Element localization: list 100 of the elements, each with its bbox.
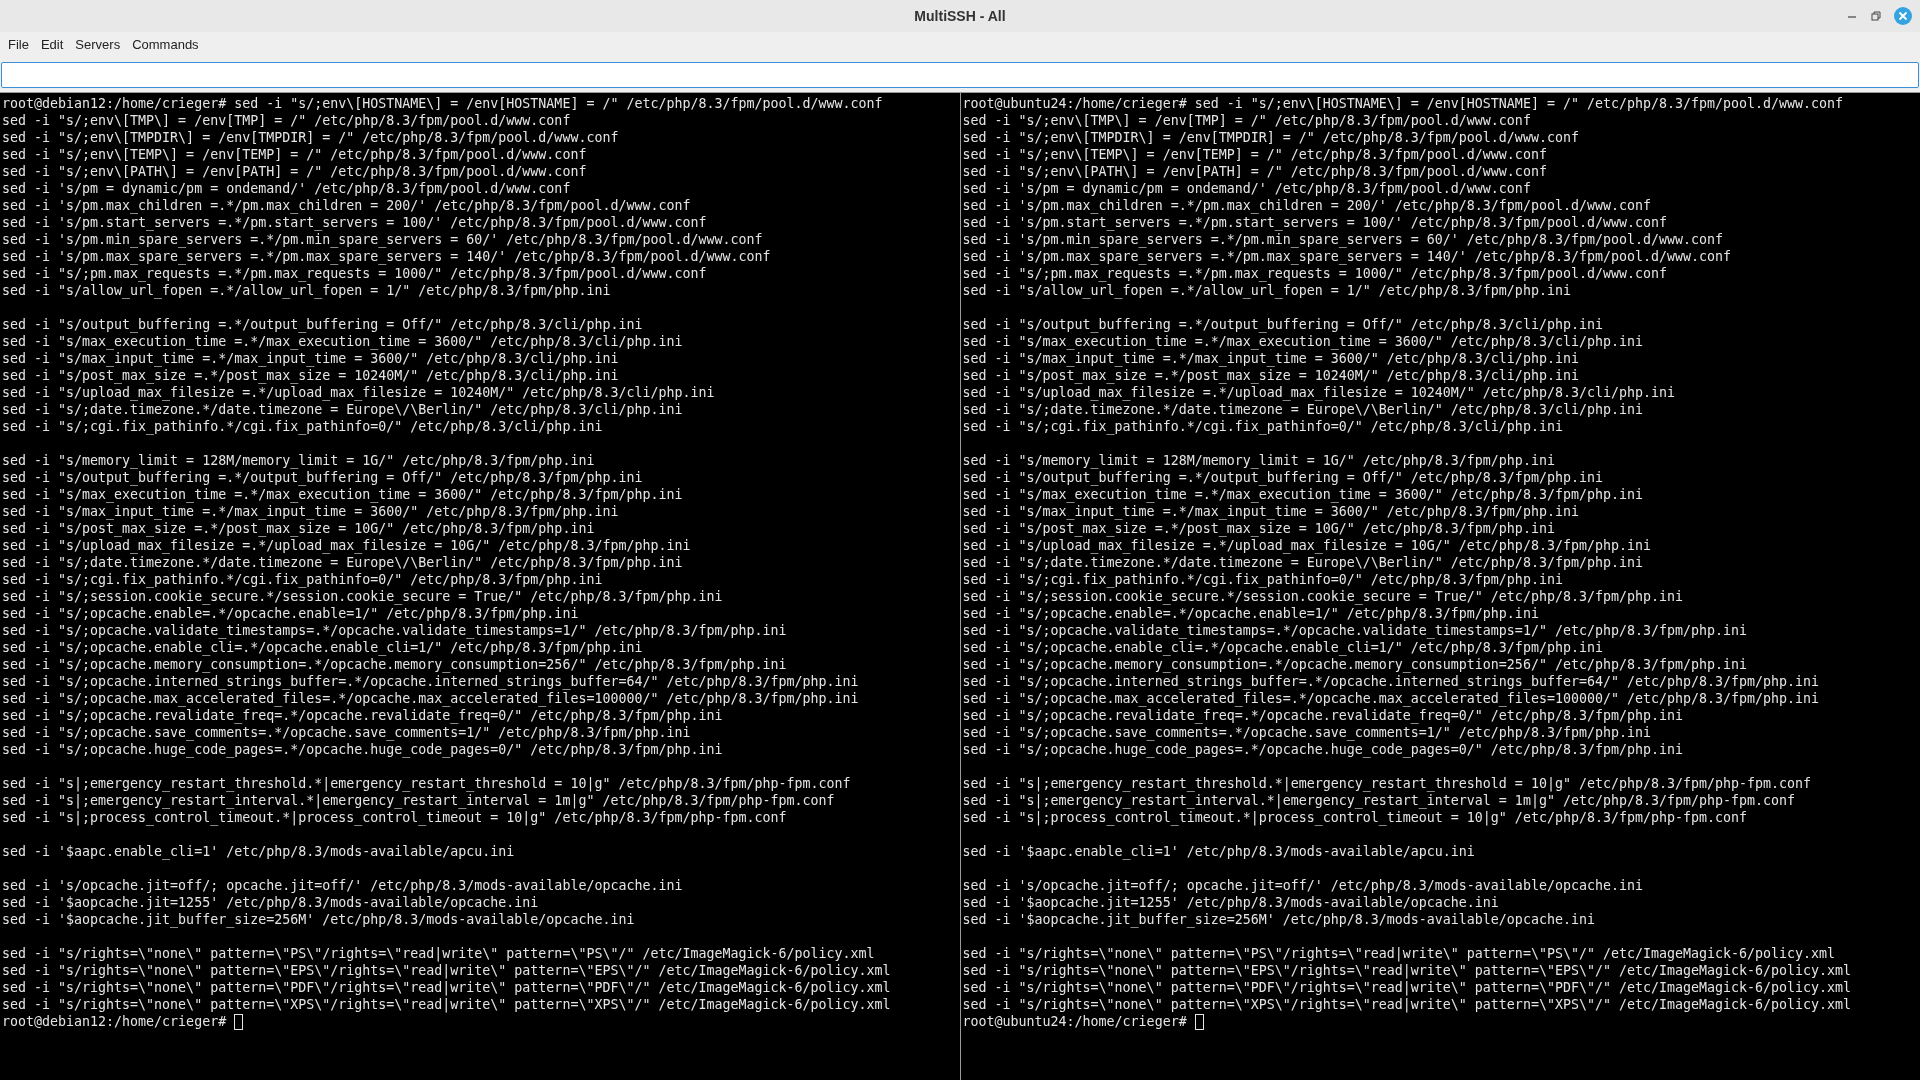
command-input[interactable] xyxy=(1,62,1919,88)
terminal-line: sed -i "s/rights=\"none\" pattern=\"PDF\"/rights=\"read|write\" pattern=\"PDF\"/" /etc/ImageMagick-6/policy.xml xyxy=(962,979,1853,996)
terminal-line: sed -i "s/;env\[TMP\] = /env[TMP] = /" /etc/php/8.3/fpm/pool.d/www.conf xyxy=(962,112,1532,129)
terminal-prompt: root@ubuntu24:/home/crieger# xyxy=(962,1013,1188,1030)
terminal-line: sed -i "s/;opcache.max_accelerated_files=.*/opcache.max_accelerated_files=100000/" /etc/php/8.3/fpm/php.ini xyxy=(962,690,1821,707)
terminal-line: sed -i "s/;env\[TMPDIR\] = /env[TMPDIR] = /" /etc/php/8.3/fpm/pool.d/www.conf xyxy=(962,129,1580,146)
terminal-line: sed -i "s/output_buffering =.*/output_buffering = Off/" /etc/php/8.3/fpm/php.ini xyxy=(962,469,1604,486)
terminal-line: sed -i "s/;opcache.max_accelerated_files=.*/opcache.max_accelerated_files=100000/" /etc/php/8.3/fpm/php.ini xyxy=(2,690,860,707)
terminal-line: sed -i "s/rights=\"none\" pattern=\"PDF\"/rights=\"read|write\" pattern=\"PDF\"/" /etc/ImageMagick-6/policy.xml xyxy=(2,979,892,996)
terminal-line: sed -i "s/;env\[TEMP\] = /env[TEMP] = /" /etc/php/8.3/fpm/pool.d/www.conf xyxy=(962,146,1548,163)
terminal-line: sed -i "s/;opcache.enable=.*/opcache.enable=1/" /etc/php/8.3/fpm/php.ini xyxy=(2,605,580,622)
terminal-line: sed -i "s/max_input_time =.*/max_input_time = 3600/" /etc/php/8.3/fpm/php.ini xyxy=(962,503,1580,520)
terminal-line: sed -i "s/max_input_time =.*/max_input_time = 3600/" /etc/php/8.3/cli/php.ini xyxy=(962,350,1580,367)
terminal-line: sed -i "s/;opcache.validate_timestamps=.*/opcache.validate_timestamps=1/" /etc/php/8.3/fpm/php.ini xyxy=(962,622,1749,639)
terminal-line: sed -i "s/;env\[TMPDIR\] = /env[TMPDIR] = /" /etc/php/8.3/fpm/pool.d/www.conf xyxy=(2,129,620,146)
terminal-line: sed -i "s/;opcache.save_comments=.*/opcache.save_comments=1/" /etc/php/8.3/fpm/php.ini xyxy=(962,724,1652,741)
terminal-line: sed -i "s/;opcache.save_comments=.*/opcache.save_comments=1/" /etc/php/8.3/fpm/php.ini xyxy=(2,724,692,741)
terminal-line: sed -i "s/rights=\"none\" pattern=\"PS\"/rights=\"read|write\" pattern=\"PS\"/" /etc/ImageMagick-6/policy.xml xyxy=(2,945,876,962)
terminal-line: sed -i '$aapc.enable_cli=1' /etc/php/8.3/mods-available/apcu.ini xyxy=(2,843,516,860)
terminal-line: sed -i "s|;emergency_restart_interval.*|emergency_restart_interval = 1m|g" /etc/php/8.3/fpm/php-fpm.conf xyxy=(962,792,1797,809)
terminal-line: sed -i "s/output_buffering =.*/output_buffering = Off/" /etc/php/8.3/cli/php.ini xyxy=(962,316,1604,333)
terminal-line: sed -i "s/rights=\"none\" pattern=\"PS\"/rights=\"read|write\" pattern=\"PS\"/" /etc/ImageMagick-6/policy.xml xyxy=(962,945,1837,962)
terminal-line: sed -i "s/;env\[TEMP\] = /env[TEMP] = /" /etc/php/8.3/fpm/pool.d/www.conf xyxy=(2,146,588,163)
terminal-line: sed -i "s/max_input_time =.*/max_input_time = 3600/" /etc/php/8.3/cli/php.ini xyxy=(2,350,620,367)
terminal-line: sed -i "s/post_max_size =.*/post_max_size = 10G/" /etc/php/8.3/fpm/php.ini xyxy=(962,520,1556,537)
menu-item[interactable]: Commands xyxy=(126,35,205,55)
terminal-line: sed -i "s/max_execution_time =.*/max_execution_time = 3600/" /etc/php/8.3/fpm/php.ini xyxy=(962,486,1644,503)
terminal-line: sed -i "s/;session.cookie_secure.*/session.cookie_secure = True/" /etc/php/8.3/fpm/php.ini xyxy=(962,588,1684,605)
terminal-line: sed -i "s/;session.cookie_secure.*/session.cookie_secure = True/" /etc/php/8.3/fpm/php.ini xyxy=(2,588,724,605)
terminal-line: sed -i "s/;cgi.fix_pathinfo.*/cgi.fix_pathinfo=0/" /etc/php/8.3/cli/php.ini xyxy=(2,418,604,435)
terminal-line: sed -i 's/pm.max_spare_servers =.*/pm.max_spare_servers = 140/' /etc/php/8.3/fpm/pool.d/www.conf xyxy=(2,248,772,265)
terminal-line: sed -i "s/;env\[PATH\] = /env[PATH] = /" /etc/php/8.3/fpm/pool.d/www.conf xyxy=(962,163,1548,180)
terminal-line: sed -i 's/pm.min_spare_servers =.*/pm.min_spare_servers = 60/' /etc/php/8.3/fpm/pool.d/www.conf xyxy=(2,231,764,248)
terminal-line: sed -i "s|;emergency_restart_threshold.*|emergency_restart_threshold = 10|g" /etc/php/8.3/fpm/php-fpm.conf xyxy=(2,775,852,792)
terminal-line: sed -i "s/;opcache.revalidate_freq=.*/opcache.revalidate_freq=0/" /etc/php/8.3/fpm/php.ini xyxy=(2,707,724,724)
terminal-line: sed -i "s/;opcache.validate_timestamps=.*/opcache.validate_timestamps=1/" /etc/php/8.3/fpm/php.ini xyxy=(2,622,788,639)
terminal-line: sed -i "s/;cgi.fix_pathinfo.*/cgi.fix_pathinfo=0/" /etc/php/8.3/fpm/php.ini xyxy=(2,571,604,588)
terminal-line: sed -i "s/rights=\"none\" pattern=\"EPS\"/rights=\"read|write\" pattern=\"EPS\"/" /etc/ImageMagick-6/policy.xml xyxy=(2,962,892,979)
menu-item[interactable]: File xyxy=(2,35,35,55)
terminal-cursor xyxy=(234,1013,244,1030)
terminal-line: sed -i "s/;env\[PATH\] = /env[PATH] = /" /etc/php/8.3/fpm/pool.d/www.conf xyxy=(2,163,588,180)
terminal-line: sed -i "s/rights=\"none\" pattern=\"EPS\"/rights=\"read|write\" pattern=\"EPS\"/" /etc/ImageMagick-6/policy.xml xyxy=(962,962,1853,979)
terminal-line: sed -i "s/output_buffering =.*/output_buffering = Off/" /etc/php/8.3/cli/php.ini xyxy=(2,316,644,333)
terminal-line: sed -i "s/;date.timezone.*/date.timezone = Europe\/\Berlin/" /etc/php/8.3/cli/php.ini xyxy=(2,401,684,418)
terminal-line: sed -i "s/;pm.max_requests =.*/pm.max_requests = 1000/" /etc/php/8.3/fpm/pool.d/www.conf xyxy=(962,265,1668,282)
terminal-line: sed -i "s/;opcache.huge_code_pages=.*/opcache.huge_code_pages=0/" /etc/php/8.3/fpm/php.ini xyxy=(2,741,724,758)
terminal-line: sed -i "s/rights=\"none\" pattern=\"XPS\"/rights=\"read|write\" pattern=\"XPS\"/" /etc/ImageMagick-6/policy.xml xyxy=(2,996,892,1013)
terminal-line: sed -i 's/pm.max_spare_servers =.*/pm.max_spare_servers = 140/' /etc/php/8.3/fpm/pool.d/www.conf xyxy=(962,248,1733,265)
terminal-line: sed -i "s/upload_max_filesize =.*/upload_max_filesize = 10G/" /etc/php/8.3/fpm/php.ini xyxy=(2,537,692,554)
terminal-line: sed -i "s/output_buffering =.*/output_buffering = Off/" /etc/php/8.3/fpm/php.ini xyxy=(2,469,644,486)
terminal-line: sed -i 's/pm = dynamic/pm = ondemand/' /etc/php/8.3/fpm/pool.d/www.conf xyxy=(2,180,572,197)
terminal-line: sed -i "s/;cgi.fix_pathinfo.*/cgi.fix_pathinfo=0/" /etc/php/8.3/cli/php.ini xyxy=(962,418,1564,435)
terminal-line: sed -i "s|;process_control_timeout.*|process_control_timeout = 10|g" /etc/php/8.3/fpm/php-fpm.conf xyxy=(2,809,788,826)
terminal-line: sed -i "s/post_max_size =.*/post_max_size = 10G/" /etc/php/8.3/fpm/php.ini xyxy=(2,520,596,537)
terminal-line: sed -i "s/;opcache.memory_consumption=.*/opcache.memory_consumption=256/" /etc/php/8.3/fpm/php.ini xyxy=(962,656,1749,673)
terminal-line: sed -i "s/post_max_size =.*/post_max_size = 10240M/" /etc/php/8.3/cli/php.ini xyxy=(962,367,1580,384)
terminal-line: sed -i 's/pm.min_spare_servers =.*/pm.min_spare_servers = 60/' /etc/php/8.3/fpm/pool.d/www.conf xyxy=(962,231,1724,248)
terminal-line: sed -i "s/post_max_size =.*/post_max_size = 10240M/" /etc/php/8.3/cli/php.ini xyxy=(2,367,620,384)
terminal-line: sed -i 's/opcache.jit=off/; opcache.jit=off/' /etc/php/8.3/mods-available/opcache.ini xyxy=(962,877,1644,894)
terminal-line: sed -i "s/memory_limit = 128M/memory_limit = 1G/" /etc/php/8.3/fpm/php.ini xyxy=(2,452,596,469)
terminal-line: sed -i "s|;emergency_restart_interval.*|emergency_restart_interval = 1m|g" /etc/php/8.3/fpm/php-fpm.conf xyxy=(2,792,836,809)
terminal-line: sed -i "s/allow_url_fopen =.*/allow_url_fopen = 1/" /etc/php/8.3/fpm/php.ini xyxy=(2,282,612,299)
terminal-line: sed -i '$aopcache.jit_buffer_size=256M' /etc/php/8.3/mods-available/opcache.ini xyxy=(962,911,1596,928)
terminal-line: sed -i "s/;opcache.revalidate_freq=.*/opcache.revalidate_freq=0/" /etc/php/8.3/fpm/php.ini xyxy=(962,707,1684,724)
terminal-line: sed -i "s|;emergency_restart_threshold.*|emergency_restart_threshold = 10|g" /etc/php/8.3/fpm/php-fpm.conf xyxy=(962,775,1813,792)
terminal-cursor xyxy=(1194,1013,1204,1030)
terminal-line: sed -i '$aopcache.jit_buffer_size=256M' /etc/php/8.3/mods-available/opcache.ini xyxy=(2,911,636,928)
close-icon[interactable] xyxy=(1894,7,1912,25)
terminal-line: sed -i "s/;opcache.memory_consumption=.*/opcache.memory_consumption=256/" /etc/php/8.3/fpm/php.ini xyxy=(2,656,788,673)
terminal-line: sed -i "s/max_input_time =.*/max_input_time = 3600/" /etc/php/8.3/fpm/php.ini xyxy=(2,503,620,520)
restore-icon[interactable] xyxy=(1870,10,1882,22)
terminal-line: sed -i "s/max_execution_time =.*/max_execution_time = 3600/" /etc/php/8.3/cli/php.ini xyxy=(962,333,1644,350)
menu-item[interactable]: Edit xyxy=(34,35,70,55)
terminal-line: sed -i "s/;pm.max_requests =.*/pm.max_requests = 1000/" /etc/php/8.3/fpm/pool.d/www.conf xyxy=(2,265,708,282)
terminal-line: sed -i "s/;opcache.interned_strings_buffer=.*/opcache.interned_strings_buffer=64/" /etc/php/8.3/fpm/php.ini xyxy=(2,673,860,690)
terminal-line: sed -i 's/pm.max_children =.*/pm.max_children = 200/' /etc/php/8.3/fpm/pool.d/www.conf xyxy=(962,197,1652,214)
terminal-pane[interactable] xyxy=(959,93,1920,1080)
terminal-line: root@debian12:/home/crieger# sed -i "s/;env\[HOSTNAME\] = /env[HOSTNAME] = /" /etc/php/8.3/fpm/pool.d/www.conf xyxy=(2,95,884,112)
terminal-line: sed -i "s/upload_max_filesize =.*/upload_max_filesize = 10240M/" /etc/php/8.3/cli/php.ini xyxy=(962,384,1676,401)
terminal-line: sed -i '$aopcache.jit=1255' /etc/php/8.3/mods-available/opcache.ini xyxy=(2,894,540,911)
menu-item[interactable]: Servers xyxy=(69,35,127,55)
terminal-line: sed -i "s/allow_url_fopen =.*/allow_url_fopen = 1/" /etc/php/8.3/fpm/php.ini xyxy=(962,282,1572,299)
terminal-line: sed -i "s/;opcache.enable=.*/opcache.enable=1/" /etc/php/8.3/fpm/php.ini xyxy=(962,605,1540,622)
terminal-line: sed -i "s/;cgi.fix_pathinfo.*/cgi.fix_pathinfo=0/" /etc/php/8.3/fpm/php.ini xyxy=(962,571,1564,588)
terminal-line: root@ubuntu24:/home/crieger# sed -i "s/;env\[HOSTNAME\] = /env[HOSTNAME] = /" /etc/php/8.3/fpm/pool.d/www.conf xyxy=(962,95,1845,112)
terminal-line: sed -i 's/pm.start_servers =.*/pm.start_servers = 100/' /etc/php/8.3/fpm/pool.d/www.conf xyxy=(962,214,1668,231)
terminal-line: sed -i "s/;opcache.enable_cli=.*/opcache.enable_cli=1/" /etc/php/8.3/fpm/php.ini xyxy=(962,639,1604,656)
terminal-line: sed -i 's/pm.max_children =.*/pm.max_children = 200/' /etc/php/8.3/fpm/pool.d/www.conf xyxy=(2,197,692,214)
terminal-line: sed -i "s/;date.timezone.*/date.timezone = Europe\/\Berlin/" /etc/php/8.3/fpm/php.ini xyxy=(962,554,1644,571)
terminal-pane[interactable] xyxy=(0,93,960,1080)
terminal-line: sed -i "s/upload_max_filesize =.*/upload_max_filesize = 10G/" /etc/php/8.3/fpm/php.ini xyxy=(962,537,1652,554)
terminal-line: sed -i "s/;date.timezone.*/date.timezone = Europe\/\Berlin/" /etc/php/8.3/cli/php.ini xyxy=(962,401,1644,418)
terminal-line: sed -i 's/pm = dynamic/pm = ondemand/' /etc/php/8.3/fpm/pool.d/www.conf xyxy=(962,180,1532,197)
terminal-line: sed -i 's/pm.start_servers =.*/pm.start_servers = 100/' /etc/php/8.3/fpm/pool.d/www.conf xyxy=(2,214,708,231)
window-title: MultiSSH - All xyxy=(914,6,1006,26)
terminal-line: sed -i 's/opcache.jit=off/; opcache.jit=off/' /etc/php/8.3/mods-available/opcache.ini xyxy=(2,877,684,894)
terminal-prompt: root@debian12:/home/crieger# xyxy=(2,1013,228,1030)
terminal-line: sed -i "s/rights=\"none\" pattern=\"XPS\"/rights=\"read|write\" pattern=\"XPS\"/" /etc/ImageMagick-6/policy.xml xyxy=(962,996,1853,1013)
terminal-line: sed -i "s/;opcache.enable_cli=.*/opcache.enable_cli=1/" /etc/php/8.3/fpm/php.ini xyxy=(2,639,644,656)
terminal-line: sed -i "s|;process_control_timeout.*|process_control_timeout = 10|g" /etc/php/8.3/fpm/php-fpm.conf xyxy=(962,809,1749,826)
